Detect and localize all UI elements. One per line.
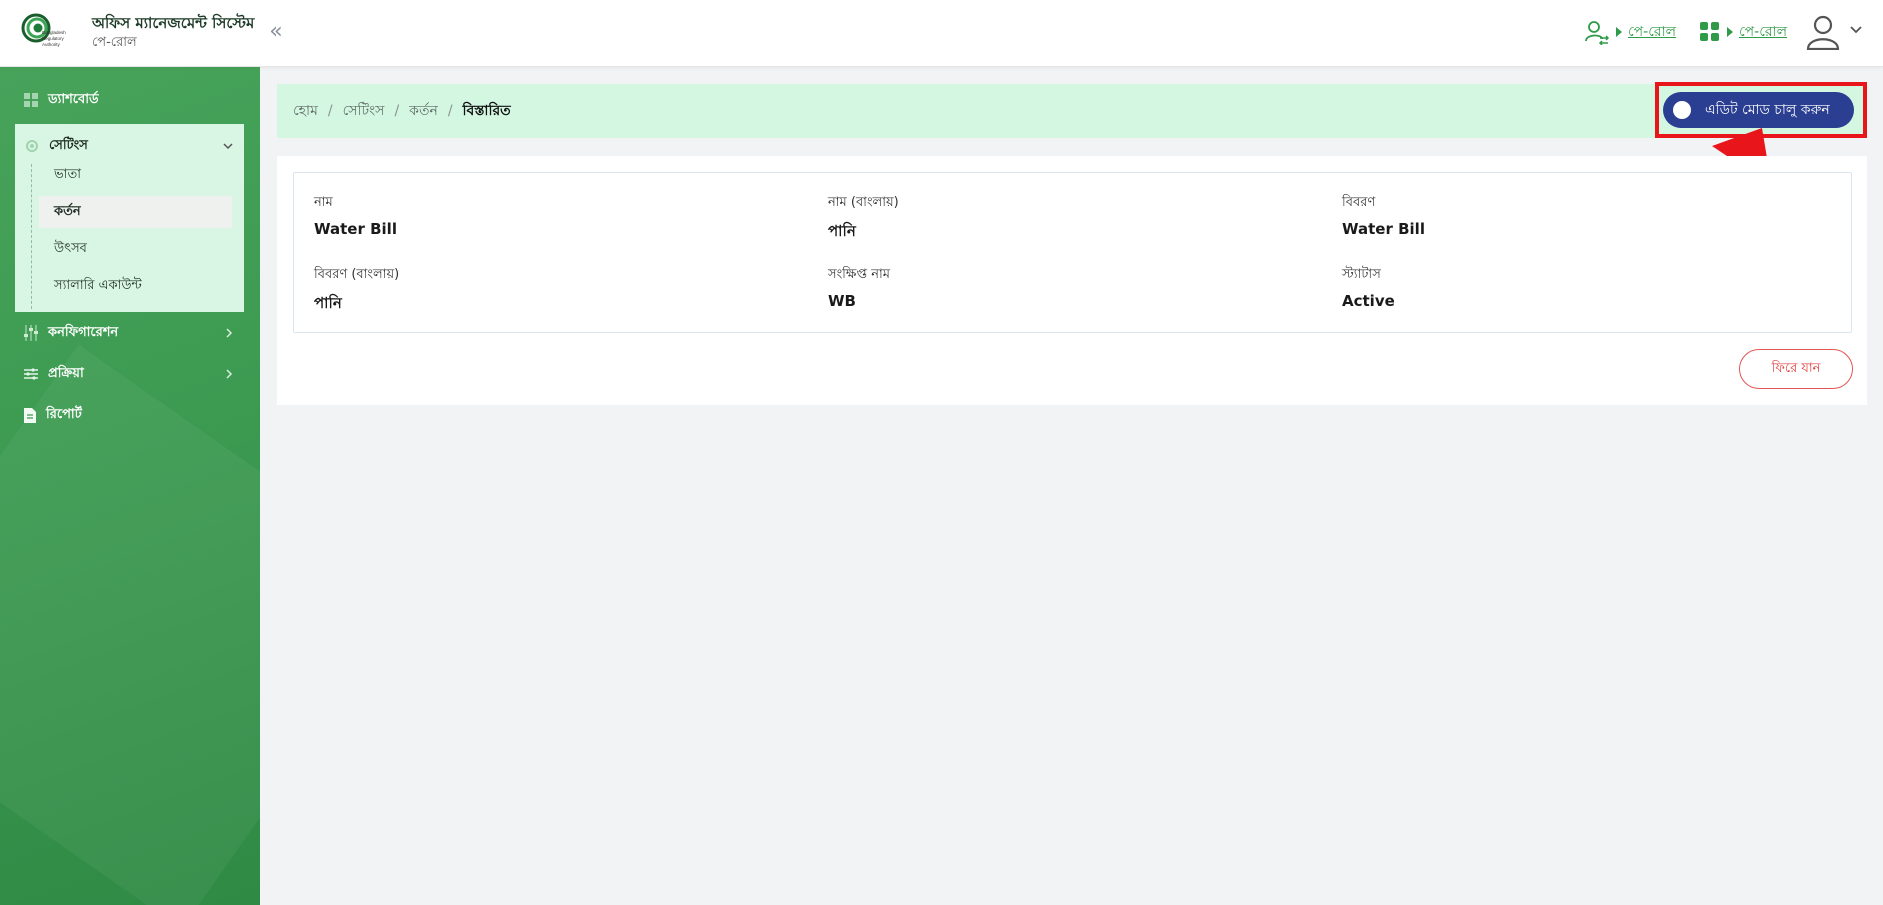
- field-value: WB: [828, 292, 856, 310]
- field-value: Active: [1342, 292, 1395, 310]
- sidebar-item-process[interactable]: প্রক্রিয়া: [24, 362, 84, 386]
- logo-line-2: Regulatory: [42, 36, 65, 41]
- breadcrumb: হোম / সেটিংস / কর্তন / বিস্তারিত: [293, 84, 511, 138]
- breadcrumb-bar: হোম / সেটিংস / কর্তন / বিস্তারিত: [277, 84, 1867, 138]
- field-label: নাম (বাংলায়): [828, 195, 899, 210]
- chevron-down-icon[interactable]: [1848, 22, 1864, 38]
- sidebar-item-label: সেটিংস: [49, 137, 88, 153]
- apps-grid-icon: [1700, 22, 1719, 41]
- header-link-label[interactable]: পে-রোল: [1739, 20, 1787, 44]
- breadcrumb-separator: /: [394, 103, 400, 119]
- sidebar-item-dashboard[interactable]: ড্যাশবোর্ড: [24, 88, 99, 112]
- field-description: বিবরণ Water Bill: [1342, 193, 1822, 238]
- edit-mode-label: এডিট মোড চালু করুন: [1705, 102, 1830, 118]
- field-label: বিবরণ: [1342, 195, 1376, 210]
- sliders-icon: [24, 325, 38, 341]
- sidebar-item-label: কনফিগারেশন: [48, 324, 119, 340]
- caret-right-icon: [1616, 27, 1622, 37]
- filter-lines-icon: [24, 368, 38, 380]
- user-switch-icon: [1585, 21, 1610, 45]
- app-subtitle: পে-রোল: [92, 35, 137, 50]
- gear-icon: [26, 140, 38, 152]
- sidebar-item-configuration[interactable]: কনফিগারেশন: [24, 321, 118, 345]
- detail-grid: নাম Water Bill নাম (বাংলায়) পানি বিবরণ …: [293, 172, 1852, 333]
- chevron-right-icon[interactable]: [224, 369, 234, 379]
- sidebar-item-label: ড্যাশবোর্ড: [48, 91, 99, 107]
- sidebar-item-label: প্রক্রিয়া: [48, 365, 84, 381]
- detail-card: নাম Water Bill নাম (বাংলায়) পানি বিবরণ …: [277, 156, 1867, 405]
- field-label: বিবরণ (বাংলায়): [314, 267, 400, 282]
- header-link-user-switch[interactable]: পে-রোল: [1584, 18, 1676, 46]
- field-status: স্ট্যাটাস Active: [1342, 265, 1822, 310]
- submenu-guide-line: [31, 164, 32, 309]
- brand-logo[interactable]: Bangladesh Regulatory Authority: [20, 12, 72, 52]
- chevron-down-icon[interactable]: [222, 140, 234, 152]
- field-label: স্ট্যাটাস: [1342, 267, 1381, 282]
- header-link-label[interactable]: পে-রোল: [1628, 20, 1676, 44]
- sidebar-subitem-allowance[interactable]: ভাতা: [39, 159, 232, 191]
- logo-line-3: Authority: [42, 42, 61, 47]
- document-icon: [24, 407, 36, 423]
- breadcrumb-settings[interactable]: সেটিংস: [343, 99, 385, 123]
- sidebar-group-settings: সেটিংস ভাতা কর্তন উৎসব স্যালারি একাউন্ট: [15, 124, 244, 312]
- sidebar-collapse-icon[interactable]: «: [264, 18, 288, 46]
- breadcrumb-home[interactable]: হোম: [293, 99, 318, 123]
- field-label: নাম: [314, 195, 333, 210]
- header-link-apps[interactable]: পে-রোল: [1699, 18, 1787, 46]
- field-name: নাম Water Bill: [314, 193, 794, 238]
- sidebar-item-report[interactable]: রিপোর্ট: [24, 403, 82, 427]
- field-value: পানি: [314, 294, 342, 312]
- field-value: Water Bill: [1342, 220, 1425, 238]
- user-avatar-icon[interactable]: [1806, 14, 1840, 50]
- top-header: Bangladesh Regulatory Authority অফিস ম্য…: [0, 0, 1883, 67]
- dashboard-icon: [24, 93, 38, 107]
- logo-line-1: Bangladesh: [42, 30, 66, 35]
- caret-right-icon: [1727, 27, 1733, 37]
- sidebar: ড্যাশবোর্ড সেটিংস ভাতা কর্তন উৎসব স্যালা…: [0, 67, 260, 905]
- breadcrumb-separator: /: [447, 103, 453, 119]
- breadcrumb-deduction[interactable]: কর্তন: [409, 99, 438, 123]
- sidebar-item-settings[interactable]: সেটিংস: [25, 134, 88, 158]
- breadcrumb-separator: /: [327, 103, 333, 119]
- field-short-name: সংক্ষিপ্ত নাম WB: [828, 265, 1308, 310]
- sidebar-subitem-festival[interactable]: উৎসব: [39, 233, 232, 265]
- field-value: পানি: [828, 222, 856, 240]
- field-name-bn: নাম (বাংলায়) পানি: [828, 193, 1308, 245]
- chevron-right-icon[interactable]: [224, 328, 234, 338]
- breadcrumb-current: বিস্তারিত: [462, 103, 511, 119]
- back-button[interactable]: ফিরে যান: [1739, 349, 1853, 389]
- sidebar-subitem-salary-account[interactable]: স্যালারি একাউন্ট: [39, 270, 232, 302]
- sidebar-subitem-deduction[interactable]: কর্তন: [39, 196, 232, 228]
- field-description-bn: বিবরণ (বাংলায়) পানি: [314, 265, 794, 317]
- field-label: সংক্ষিপ্ত নাম: [828, 267, 890, 282]
- edit-mode-toggle[interactable]: এডিট মোড চালু করুন: [1663, 92, 1854, 128]
- field-value: Water Bill: [314, 220, 397, 238]
- sidebar-item-label: রিপোর্ট: [46, 406, 82, 422]
- toggle-knob: [1673, 101, 1691, 119]
